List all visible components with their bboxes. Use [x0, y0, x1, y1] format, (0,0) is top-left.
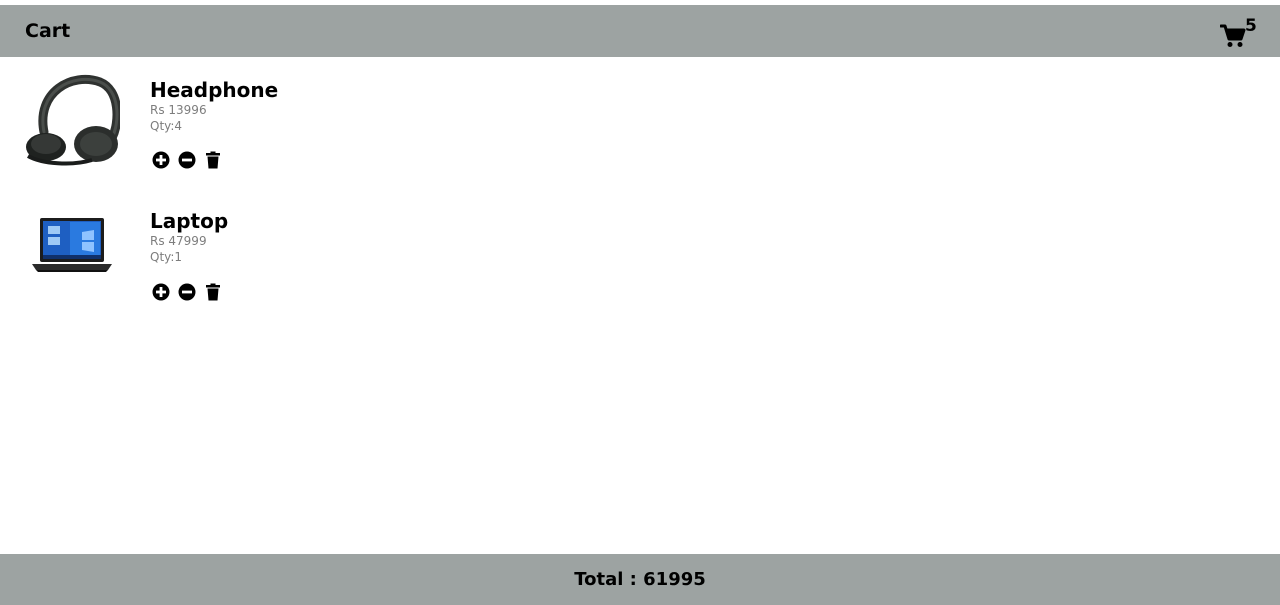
minus-circle-icon[interactable]	[178, 151, 196, 169]
trash-icon[interactable]	[204, 283, 222, 301]
item-quantity: Qty:1	[150, 250, 183, 264]
header-bar: Cart 5	[0, 5, 1280, 57]
item-price: Rs 13996	[150, 103, 207, 117]
page-title: Cart	[25, 20, 71, 42]
trash-icon[interactable]	[204, 151, 222, 169]
footer-bar: Total : 61995	[0, 554, 1280, 605]
cart-item: Laptop Rs 47999 Qty:1	[0, 209, 700, 329]
cart-item-info: Headphone Rs 13996 Qty:4	[150, 78, 278, 134]
item-actions	[152, 151, 222, 169]
plus-circle-icon[interactable]	[152, 283, 170, 301]
item-price: Rs 47999	[150, 234, 207, 248]
cart-total: Total : 61995	[574, 569, 706, 590]
cart-icon[interactable]	[1220, 24, 1246, 48]
cart-item: Headphone Rs 13996 Qty:4	[0, 74, 700, 198]
cart-count-badge: 5	[1245, 16, 1257, 36]
cart-item-info: Laptop Rs 47999 Qty:1	[150, 209, 228, 265]
item-name: Laptop	[150, 209, 229, 233]
item-actions	[152, 283, 222, 301]
minus-circle-icon[interactable]	[178, 283, 196, 301]
plus-circle-icon[interactable]	[152, 151, 170, 169]
item-name: Headphone	[150, 78, 279, 102]
item-quantity: Qty:4	[150, 119, 183, 133]
laptop-image	[32, 218, 112, 272]
headphone-image	[26, 74, 120, 166]
